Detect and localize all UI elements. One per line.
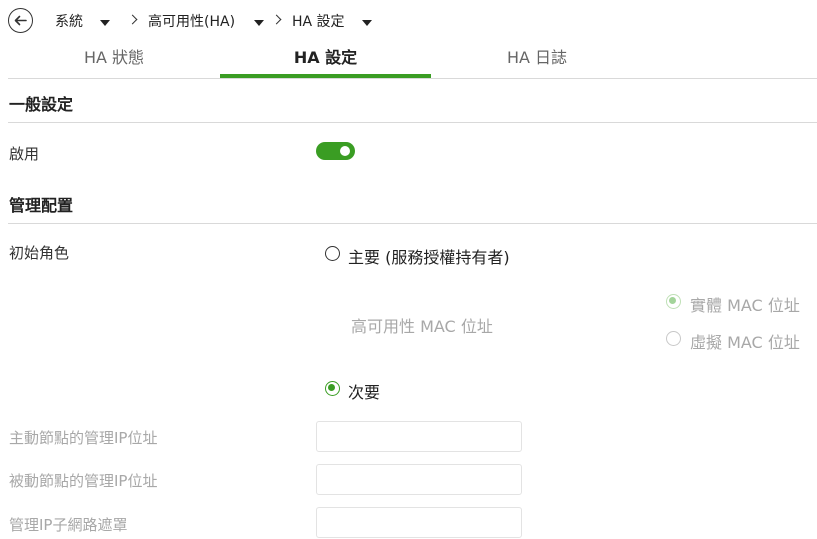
tabs-divider <box>8 78 817 79</box>
breadcrumb-ha-settings[interactable]: HA 設定 <box>292 14 345 30</box>
virtual-mac-label[interactable]: 虛擬 MAC 位址 <box>690 329 800 353</box>
management-config-title: 管理配置 <box>9 196 74 215</box>
physical-mac-radio[interactable] <box>666 294 681 309</box>
back-arrow-icon <box>14 15 27 26</box>
toggle-knob <box>340 146 350 156</box>
initial-role-label: 初始角色 <box>9 244 70 262</box>
physical-mac-label[interactable]: 實體 MAC 位址 <box>690 292 800 316</box>
passive-node-ip-input[interactable] <box>316 464 522 495</box>
subnet-mask-input[interactable] <box>316 507 522 538</box>
back-button[interactable] <box>8 8 33 33</box>
secondary-role-label[interactable]: 次要 <box>348 379 380 403</box>
section-divider <box>8 122 817 123</box>
caret-down-icon[interactable] <box>362 20 372 26</box>
secondary-role-radio[interactable] <box>325 381 340 396</box>
primary-node-ip-label: 主動節點的管理IP位址 <box>9 429 158 447</box>
general-settings-title: 一般設定 <box>9 95 74 114</box>
passive-node-ip-label: 被動節點的管理IP位址 <box>9 472 158 490</box>
virtual-mac-radio[interactable] <box>666 331 681 346</box>
caret-down-icon[interactable] <box>254 20 264 26</box>
enable-toggle[interactable] <box>316 142 355 160</box>
section-divider <box>8 223 817 224</box>
breadcrumb-system[interactable]: 系統 <box>55 14 83 30</box>
tab-ha-log[interactable]: HA 日誌 <box>431 44 643 67</box>
primary-node-ip-input[interactable] <box>316 421 522 452</box>
tab-ha-status[interactable]: HA 狀態 <box>8 44 220 67</box>
primary-role-radio[interactable] <box>325 246 340 261</box>
chevron-right-icon <box>127 14 138 25</box>
tab-ha-settings[interactable]: HA 設定 <box>220 44 431 67</box>
breadcrumb-ha[interactable]: 高可用性(HA) <box>148 14 235 30</box>
subnet-mask-label: 管理IP子網路遮罩 <box>9 516 128 534</box>
caret-down-icon[interactable] <box>100 20 110 26</box>
enable-label: 啟用 <box>9 145 40 163</box>
ha-mac-address-label: 高可用性 MAC 位址 <box>351 317 493 336</box>
primary-role-label[interactable]: 主要 (服務授權持有者) <box>348 244 510 268</box>
chevron-right-icon <box>271 14 282 25</box>
